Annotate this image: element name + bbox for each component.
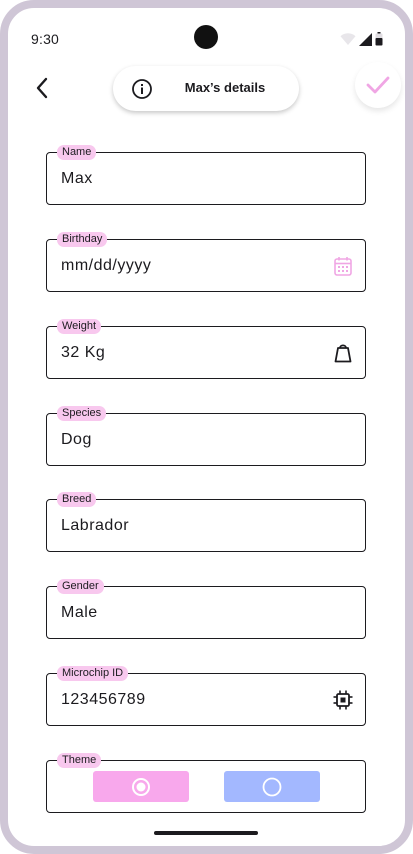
gender-value[interactable]: Male [61, 604, 98, 622]
name-field[interactable]: Name Max [46, 145, 366, 205]
theme-option-blue[interactable] [224, 771, 320, 802]
theme-label: Theme [57, 753, 102, 768]
microchip-label: Microchip ID [57, 666, 129, 681]
battery-icon [375, 32, 383, 46]
weight-value[interactable]: 32 Kg [61, 344, 105, 362]
status-icons [340, 32, 383, 46]
breed-label: Breed [57, 492, 97, 507]
title-chip[interactable]: Max’s details [113, 66, 299, 111]
species-field[interactable]: Species Dog [46, 406, 366, 466]
gender-field[interactable]: Gender Male [46, 579, 366, 639]
radio-unselected-icon [262, 777, 282, 796]
birthday-placeholder[interactable]: mm/dd/yyyy [61, 257, 151, 275]
info-icon [132, 79, 152, 99]
save-button[interactable] [355, 62, 401, 108]
microchip-field[interactable]: Microchip ID 123456789 [46, 666, 366, 726]
birthday-label: Birthday [57, 232, 108, 247]
name-value[interactable]: Max [61, 170, 93, 188]
status-time: 9:30 [31, 31, 60, 47]
species-label: Species [57, 406, 107, 421]
calendar-icon[interactable] [332, 255, 354, 277]
birthday-field[interactable]: Birthday mm/dd/yyyy [46, 232, 366, 292]
gender-label: Gender [57, 579, 104, 594]
back-button[interactable] [26, 72, 58, 104]
home-indicator[interactable] [154, 831, 258, 835]
microchip-value[interactable]: 123456789 [61, 691, 146, 709]
breed-value[interactable]: Labrador [61, 517, 129, 535]
weight-field[interactable]: Weight 32 Kg [46, 319, 366, 379]
signal-icon [359, 32, 372, 46]
phone-frame: 9:30 Max’s details Name Max Birthday mm/… [0, 0, 413, 854]
weight-icon [332, 342, 354, 364]
chip-icon[interactable] [332, 689, 354, 711]
name-label: Name [57, 145, 97, 160]
radio-selected-icon [132, 777, 150, 796]
app-bar: Max’s details [8, 58, 405, 122]
check-icon [366, 76, 390, 94]
wifi-icon [340, 32, 356, 45]
arrow-back-icon [36, 77, 48, 99]
theme-field: Theme [46, 753, 366, 813]
camera-cutout [194, 25, 218, 49]
theme-option-pink[interactable] [93, 771, 189, 802]
breed-field[interactable]: Breed Labrador [46, 492, 366, 552]
page-title: Max’s details [184, 80, 266, 95]
species-value[interactable]: Dog [61, 431, 92, 449]
weight-label: Weight [57, 319, 102, 334]
